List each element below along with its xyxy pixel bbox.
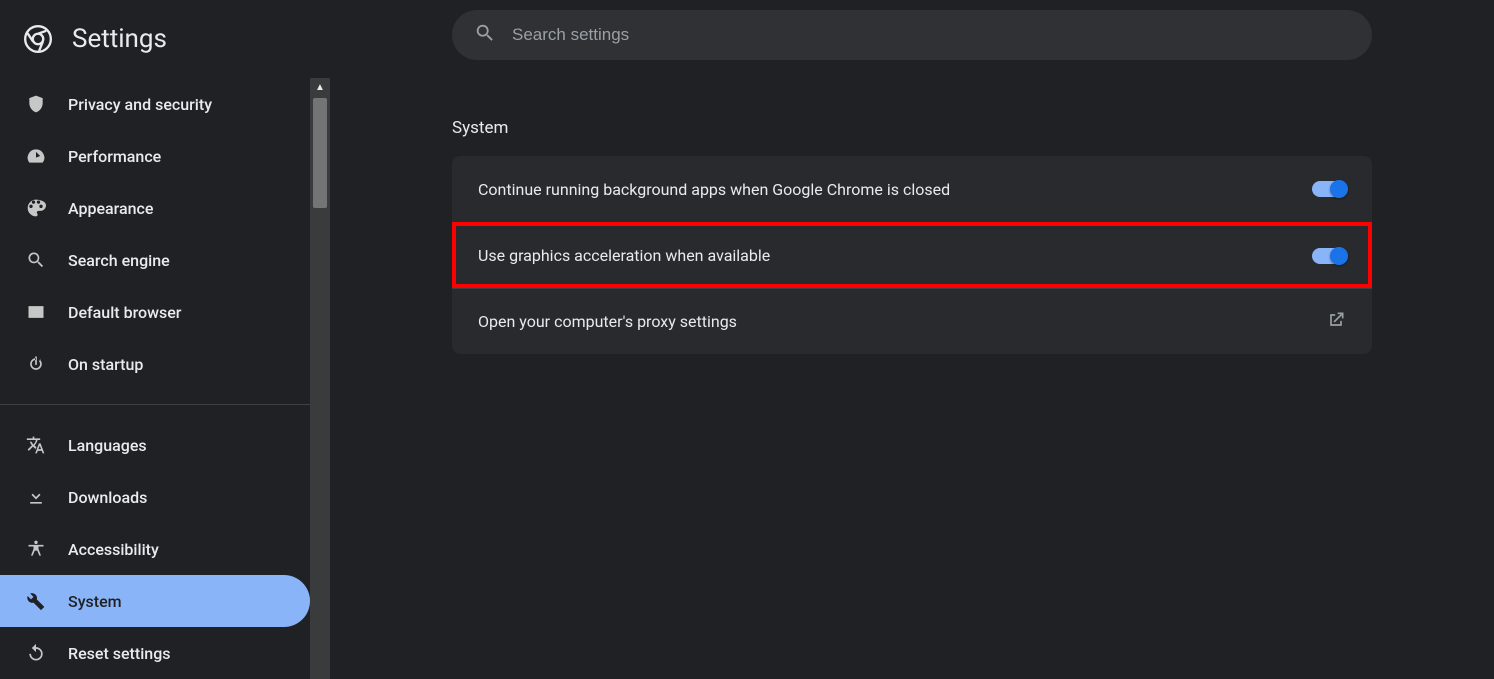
sidebar-item-label: On startup — [68, 355, 143, 374]
chrome-logo-icon — [24, 25, 52, 53]
external-link-icon — [1326, 310, 1346, 334]
sidebar-item-label: Accessibility — [68, 540, 159, 559]
sidebar-item-label: Search engine — [68, 251, 170, 270]
sidebar-item-accessibility[interactable]: Accessibility — [0, 523, 310, 575]
row-label: Use graphics acceleration when available — [478, 246, 770, 265]
sidebar-item-downloads[interactable]: Downloads — [0, 471, 310, 523]
translate-icon — [26, 435, 46, 455]
row-background-apps[interactable]: Continue running background apps when Go… — [452, 156, 1372, 222]
wrench-icon — [26, 591, 46, 611]
scrollbar-up-icon[interactable]: ▲ — [310, 82, 330, 93]
toggle-knob — [1330, 247, 1348, 265]
sidebar-item-label: Appearance — [68, 199, 153, 218]
palette-icon — [26, 198, 46, 218]
sidebar-item-performance[interactable]: Performance — [0, 130, 310, 182]
toggle-knob — [1330, 180, 1348, 198]
sidebar-item-label: Downloads — [68, 488, 147, 507]
sidebar-item-default-browser[interactable]: Default browser — [0, 286, 310, 338]
sidebar: Settings Privacy and security Performanc… — [0, 0, 330, 679]
sidebar-item-label: Reset settings — [68, 644, 171, 663]
scrollbar-thumb[interactable] — [313, 98, 327, 208]
accessibility-icon — [26, 539, 46, 559]
sidebar-item-search-engine[interactable]: Search engine — [0, 234, 310, 286]
row-label: Open your computer's proxy settings — [478, 312, 737, 331]
sidebar-nav: Privacy and security Performance Appeara… — [0, 78, 330, 679]
toggle-graphics-acceleration[interactable] — [1312, 248, 1346, 264]
browser-icon — [26, 302, 46, 322]
row-proxy-settings[interactable]: Open your computer's proxy settings — [452, 288, 1372, 354]
main-panel: System Continue running background apps … — [330, 0, 1494, 679]
search-icon — [26, 250, 46, 270]
section-title: System — [452, 118, 1372, 138]
sidebar-item-label: Performance — [68, 147, 161, 166]
sidebar-item-privacy[interactable]: Privacy and security — [0, 78, 310, 130]
sidebar-item-label: Languages — [68, 436, 147, 455]
row-label: Continue running background apps when Go… — [478, 180, 950, 199]
system-card: Continue running background apps when Go… — [452, 156, 1372, 354]
download-icon — [26, 487, 46, 507]
sidebar-item-appearance[interactable]: Appearance — [0, 182, 310, 234]
sidebar-scrollbar[interactable]: ▲ — [310, 78, 330, 679]
sidebar-item-label: System — [68, 592, 122, 611]
search-field[interactable] — [452, 10, 1372, 60]
search-icon — [474, 22, 496, 48]
sidebar-item-system[interactable]: System — [0, 575, 310, 627]
page-title: Settings — [72, 24, 167, 54]
power-icon — [26, 354, 46, 374]
sidebar-item-languages[interactable]: Languages — [0, 419, 310, 471]
sidebar-item-on-startup[interactable]: On startup — [0, 338, 310, 390]
toggle-background-apps[interactable] — [1312, 181, 1346, 197]
sidebar-item-label: Privacy and security — [68, 95, 212, 114]
speedometer-icon — [26, 146, 46, 166]
row-graphics-acceleration[interactable]: Use graphics acceleration when available — [452, 222, 1372, 288]
sidebar-item-label: Default browser — [68, 303, 181, 322]
reset-icon — [26, 643, 46, 663]
search-input[interactable] — [512, 25, 1350, 45]
sidebar-divider — [0, 404, 310, 405]
sidebar-header: Settings — [0, 0, 330, 78]
sidebar-item-reset[interactable]: Reset settings — [0, 627, 310, 679]
shield-icon — [26, 94, 46, 114]
